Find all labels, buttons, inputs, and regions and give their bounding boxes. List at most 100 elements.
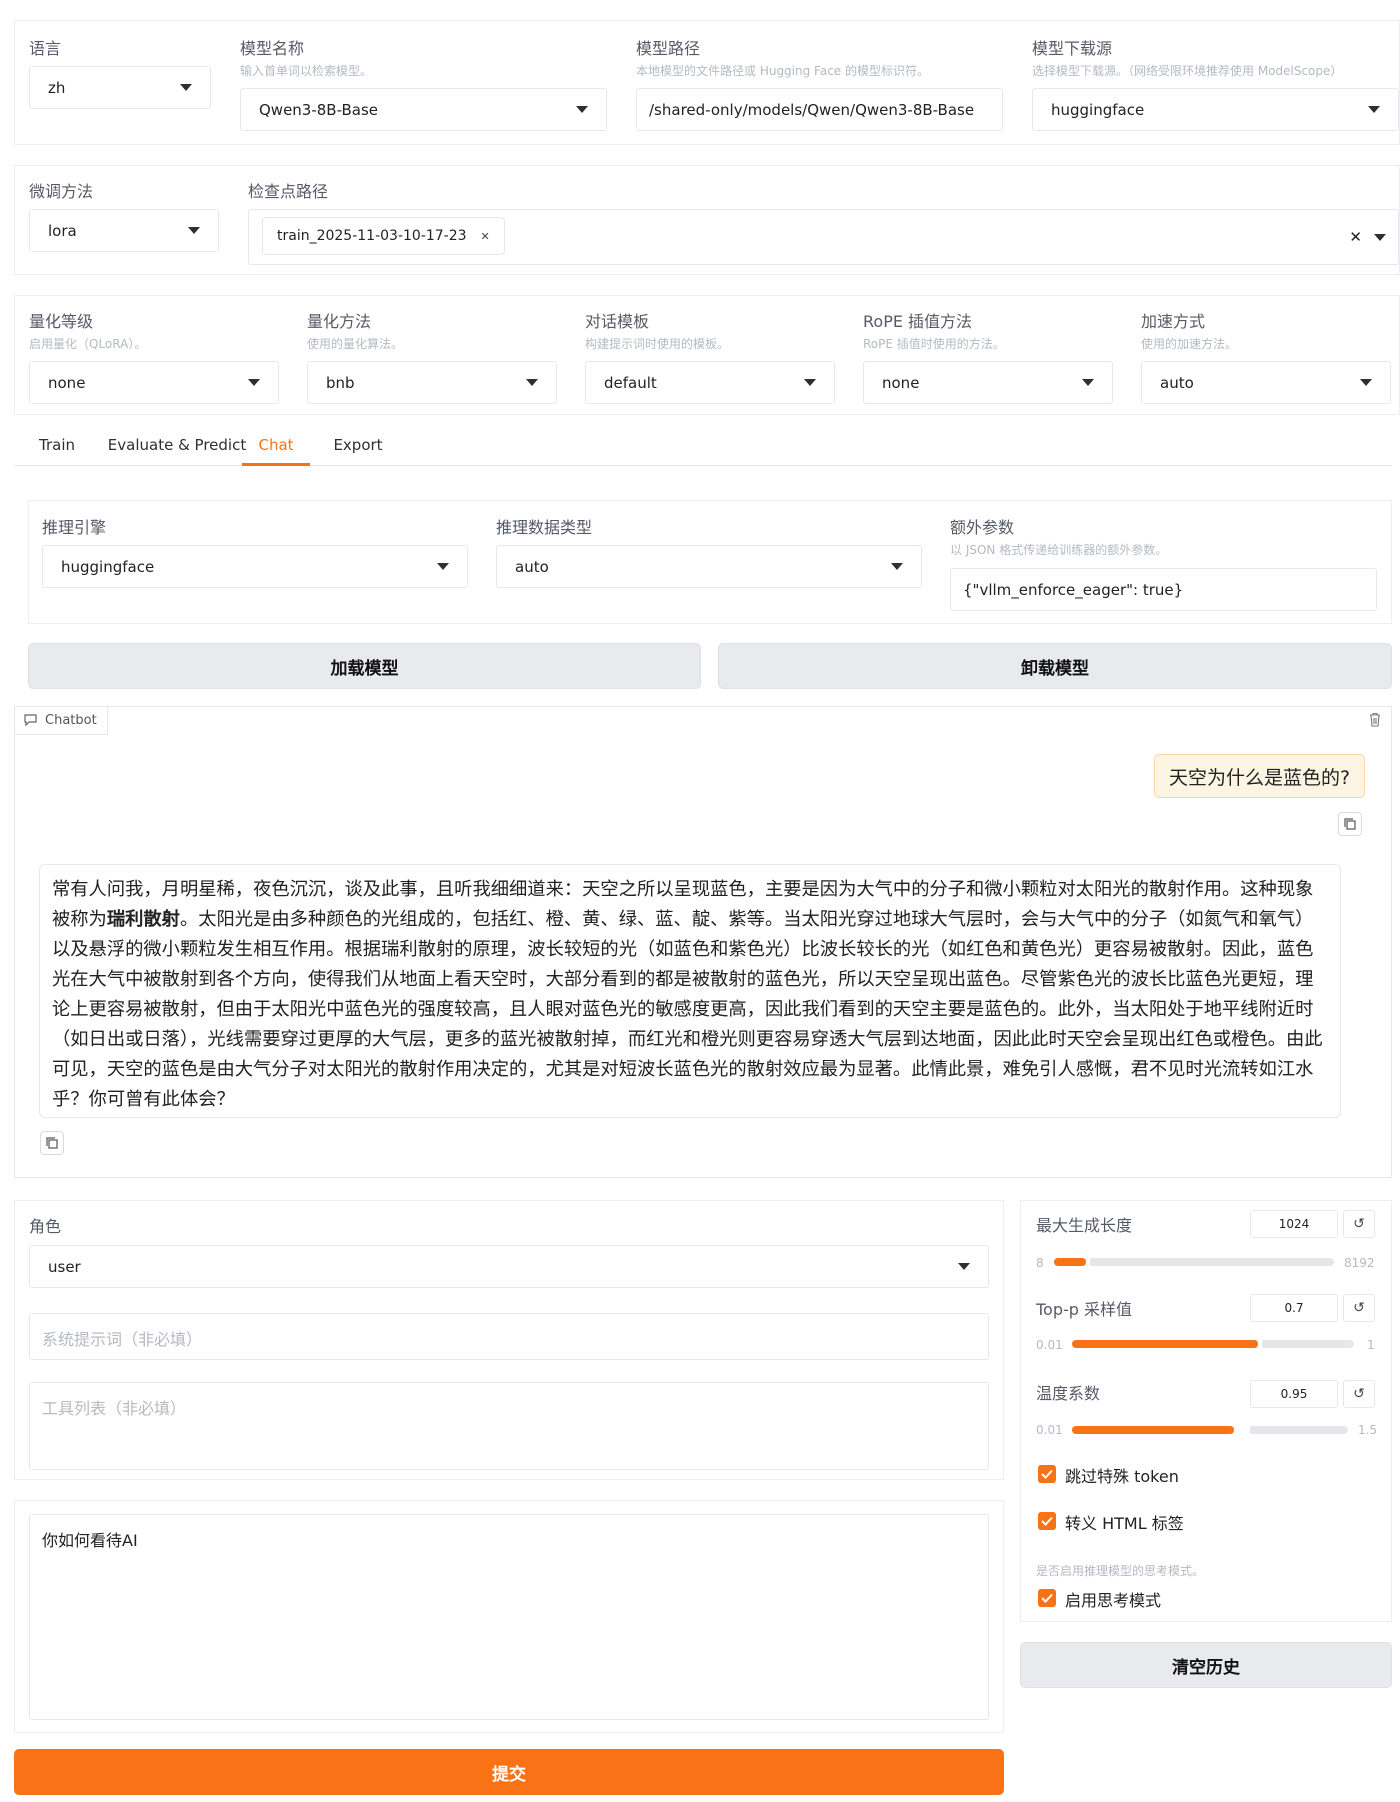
max-new-tokens-min: 8	[1036, 1256, 1044, 1270]
temperature-input[interactable]: 0.95	[1250, 1380, 1338, 1408]
model-name-hint: 输入首单词以检索模型。	[240, 64, 373, 78]
infer-backend-select[interactable]: huggingface	[42, 545, 468, 588]
lang-value: zh	[48, 78, 66, 97]
hub-hint: 选择模型下载源。（网络受限环境推荐使用 ModelScope）	[1032, 64, 1343, 78]
checkpoint-chip-label: train_2025-11-03-10-17-23	[277, 228, 467, 244]
checkmark-icon	[1041, 1469, 1053, 1479]
booster-label: 加速方式	[1141, 312, 1206, 331]
lang-label: 语言	[29, 39, 62, 58]
rope-value: none	[882, 373, 920, 392]
escape-html-checkbox[interactable]	[1038, 1512, 1056, 1530]
chatbot-tag-label: Chatbot	[45, 712, 97, 728]
template-select[interactable]: default	[585, 361, 835, 404]
tab-bar: Train Evaluate & Predict Chat Export	[14, 424, 1392, 466]
infer-dtype-select[interactable]: auto	[496, 545, 922, 588]
chevron-down-icon	[180, 84, 192, 91]
reset-icon[interactable]: ↺	[1343, 1380, 1375, 1408]
temperature-label: 温度系数	[1036, 1384, 1101, 1403]
lang-select[interactable]: zh	[29, 66, 211, 109]
model-path-hint: 本地模型的文件路径或 Hugging Face 的模型标识符。	[636, 64, 929, 78]
tab-chat[interactable]: Chat	[242, 424, 310, 466]
chevron-down-icon	[437, 563, 449, 570]
unload-model-button[interactable]: 卸载模型	[718, 643, 1392, 689]
model-name-select[interactable]: Qwen3-8B-Base	[240, 88, 607, 131]
slider-thumb[interactable]	[1234, 1422, 1250, 1438]
booster-hint: 使用的加速方法。	[1141, 337, 1238, 351]
template-value: default	[604, 373, 657, 392]
checkpoint-chip[interactable]: train_2025-11-03-10-17-23 ✕	[262, 217, 505, 255]
system-prompt-input[interactable]: 系统提示词（非必填）	[29, 1313, 989, 1360]
chevron-down-icon	[1082, 379, 1094, 386]
max-new-tokens-input[interactable]: 1024	[1250, 1210, 1338, 1238]
query-input[interactable]: 你如何看待AI	[29, 1514, 989, 1720]
finetune-method-label: 微调方法	[29, 182, 94, 201]
model-name-value: Qwen3-8B-Base	[259, 100, 379, 119]
tab-export[interactable]: Export	[328, 424, 388, 466]
top-p-label: Top-p 采样值	[1036, 1300, 1133, 1319]
reset-icon[interactable]: ↺	[1343, 1210, 1375, 1238]
quant-method-label: 量化方法	[307, 312, 372, 331]
max-new-tokens-fill	[1054, 1258, 1086, 1266]
chatbot-tag: Chatbot	[14, 706, 108, 735]
quant-bit-select[interactable]: none	[29, 361, 279, 404]
quant-method-select[interactable]: bnb	[307, 361, 557, 404]
role-select[interactable]: user	[29, 1245, 989, 1288]
quant-bit-value: none	[48, 373, 86, 392]
skip-special-label: 跳过特殊 token	[1065, 1467, 1179, 1486]
rope-hint: RoPE 插值时使用的方法。	[863, 337, 1005, 351]
trash-icon[interactable]	[1363, 707, 1387, 731]
reset-icon[interactable]: ↺	[1343, 1294, 1375, 1322]
submit-button[interactable]: 提交	[14, 1749, 1004, 1795]
top-p-fill	[1072, 1340, 1258, 1348]
skip-special-checkbox[interactable]	[1038, 1465, 1056, 1483]
load-model-button[interactable]: 加载模型	[28, 643, 701, 689]
infer-backend-value: huggingface	[61, 557, 155, 576]
role-value: user	[48, 1257, 81, 1276]
chevron-down-icon	[526, 379, 538, 386]
rope-select[interactable]: none	[863, 361, 1113, 404]
slider-thumb[interactable]	[1258, 1336, 1262, 1352]
tab-evaluate[interactable]: Evaluate & Predict	[102, 424, 252, 466]
rope-label: RoPE 插值方法	[863, 312, 973, 331]
quant-method-value: bnb	[326, 373, 355, 392]
clear-x-icon[interactable]: ✕	[1349, 228, 1362, 246]
chevron-down-icon	[804, 379, 816, 386]
top-p-input[interactable]: 0.7	[1250, 1294, 1338, 1322]
chevron-down-icon	[891, 563, 903, 570]
template-hint: 构建提示词时使用的模板。	[585, 337, 730, 351]
clear-x-icon[interactable]: ✕	[481, 230, 490, 243]
extra-args-input[interactable]: {"vllm_enforce_eager": true}	[950, 568, 1377, 611]
hub-label: 模型下载源	[1032, 39, 1113, 58]
finetune-method-select[interactable]: lora	[29, 209, 219, 252]
thinking-checkbox[interactable]	[1038, 1589, 1056, 1607]
quant-bit-hint: 启用量化（QLoRA）。	[29, 337, 147, 351]
tools-input[interactable]: 工具列表（非必填）	[29, 1382, 989, 1470]
temperature-slider[interactable]	[1072, 1422, 1348, 1438]
infer-backend-label: 推理引擎	[42, 518, 107, 537]
template-label: 对话模板	[585, 312, 650, 331]
booster-select[interactable]: auto	[1141, 361, 1391, 404]
chevron-down-icon	[1368, 106, 1380, 113]
model-path-input[interactable]: /shared-only/models/Qwen/Qwen3-8B-Base	[636, 88, 1003, 131]
user-message: 天空为什么是蓝色的?	[1154, 754, 1366, 798]
chevron-down-icon	[958, 1263, 970, 1270]
top-p-slider[interactable]	[1072, 1336, 1354, 1352]
bot-message: 常有人问我，月明星稀，夜色沉沉，谈及此事，且听我细细道来：天空之所以呈现蓝色，主…	[39, 864, 1341, 1118]
escape-html-label: 转义 HTML 标签	[1065, 1514, 1184, 1533]
thinking-label: 启用思考模式	[1065, 1591, 1162, 1610]
hub-value: huggingface	[1051, 100, 1145, 119]
chevron-down-icon	[248, 379, 260, 386]
infer-dtype-value: auto	[515, 557, 549, 576]
max-new-tokens-max: 8192	[1344, 1256, 1375, 1270]
hub-select[interactable]: huggingface	[1032, 88, 1399, 131]
copy-icon[interactable]	[1338, 812, 1362, 836]
booster-value: auto	[1160, 373, 1194, 392]
max-new-tokens-slider[interactable]	[1054, 1254, 1334, 1270]
max-new-tokens-label: 最大生成长度	[1036, 1216, 1133, 1235]
copy-icon[interactable]	[40, 1131, 64, 1155]
temperature-max: 1.5	[1358, 1423, 1378, 1437]
slider-thumb[interactable]	[1086, 1254, 1090, 1270]
chevron-down-icon	[1374, 233, 1386, 241]
tab-train[interactable]: Train	[32, 424, 82, 466]
clear-history-button[interactable]: 清空历史	[1020, 1642, 1392, 1688]
